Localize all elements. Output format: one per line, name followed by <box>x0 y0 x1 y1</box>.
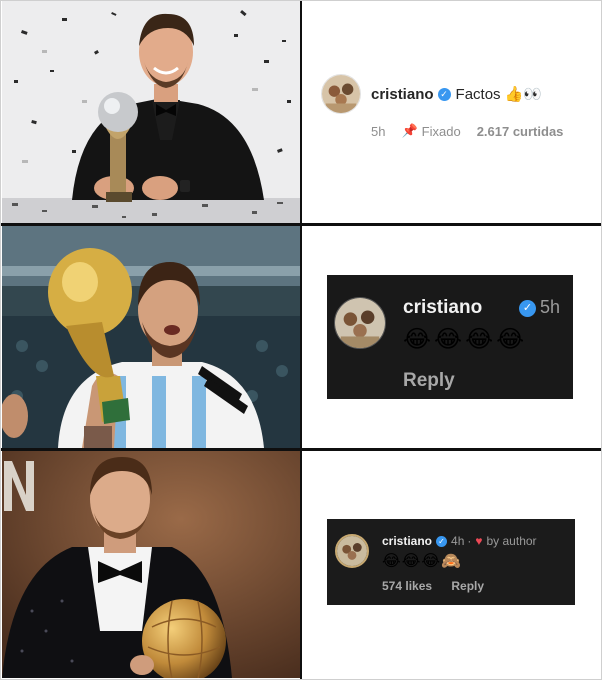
reply-button[interactable]: Reply <box>403 370 455 392</box>
grid-divider <box>300 0 302 680</box>
avatar[interactable] <box>334 297 386 349</box>
reply-button[interactable]: Reply <box>451 579 484 593</box>
comment-text: 😂😂😂😂 <box>403 326 528 353</box>
comment-text: Factos 👍👀 <box>455 86 543 103</box>
comment-dark-large: cristiano ✓ 5h 😂😂😂😂 Reply <box>327 275 573 399</box>
photo-world-cup <box>2 226 300 448</box>
verified-badge-icon: ✓ <box>519 300 536 317</box>
comment-time: 4h <box>451 534 465 548</box>
pinned-label: Fixado <box>421 123 461 139</box>
comment-likes[interactable]: 2.617 curtidas <box>477 124 564 139</box>
comment-panel-1: cristiano ✓ Factos 👍👀 5h 📌 Fixado 2.617 … <box>302 0 600 223</box>
liked-by-author-label: by author <box>486 534 537 548</box>
meme-grid: cristiano ✓ Factos 👍👀 5h 📌 Fixado 2.617 … <box>0 0 602 680</box>
comment-light: cristiano ✓ Factos 👍👀 5h 📌 Fixado 2.617 … <box>321 74 593 139</box>
comment-username[interactable]: cristiano <box>371 86 434 103</box>
photo-ballon-dor <box>2 451 300 678</box>
comment-username[interactable]: cristiano <box>382 534 432 548</box>
separator-dot: · <box>467 534 472 548</box>
heart-icon: ♥ <box>475 534 483 548</box>
avatar[interactable] <box>321 74 361 114</box>
comment-time: 5h <box>540 297 561 317</box>
comment-panel-3: cristiano ✓ 4h · ♥ by author 😂😂😂🙈 574 li… <box>302 451 600 678</box>
photo-fifa-best <box>2 0 300 223</box>
avatar[interactable] <box>335 534 369 568</box>
comment-text: 😂😂😂🙈 <box>382 553 463 570</box>
comment-username[interactable]: cristiano <box>403 297 482 319</box>
verified-badge-icon: ✓ <box>437 87 451 101</box>
verified-badge-icon: ✓ <box>436 535 448 547</box>
comment-time: 5h <box>371 123 386 139</box>
comment-dark-small: cristiano ✓ 4h · ♥ by author 😂😂😂🙈 574 li… <box>327 519 575 605</box>
comment-likes[interactable]: 574 likes <box>382 579 432 593</box>
comment-panel-2: cristiano ✓ 5h 😂😂😂😂 Reply <box>302 226 600 448</box>
pin-icon: 📌 <box>401 123 418 138</box>
